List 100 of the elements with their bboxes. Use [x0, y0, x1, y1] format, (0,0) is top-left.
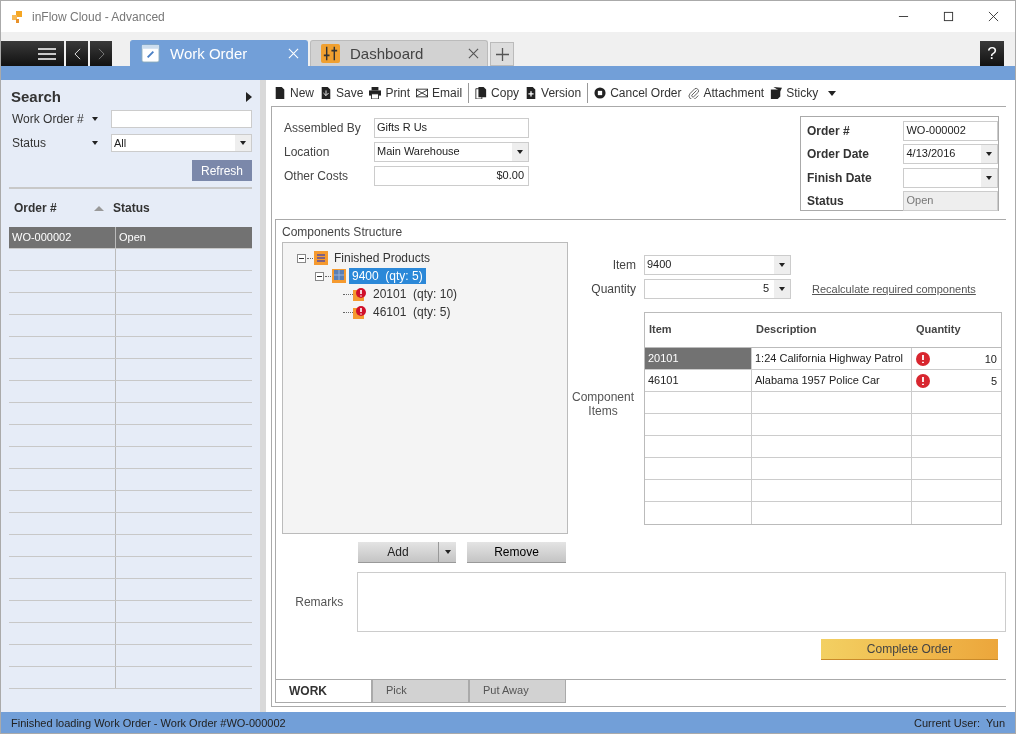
section-tab[interactable]: Put Away — [469, 680, 566, 703]
help-button[interactable]: ? — [980, 41, 1004, 66]
toolbar-button[interactable]: Copy — [468, 83, 523, 103]
remarks-field[interactable] — [356, 572, 1006, 632]
tree-node[interactable]: 46101 (qty: 5) — [370, 304, 454, 320]
field-label: Quantity — [590, 282, 636, 296]
filter-input-field[interactable] — [111, 110, 252, 128]
toolbar-button[interactable]: Version — [522, 86, 585, 100]
component-row[interactable]: 20101 1:24 California Highway Patrol 10 — [645, 348, 1001, 370]
expand-arrow-icon[interactable] — [246, 91, 252, 102]
field-label: Location — [284, 145, 331, 159]
chevron-right-icon[interactable] — [97, 47, 105, 60]
status-message: Finished loading Work Order - Work Order #WO-000002 — [11, 716, 286, 729]
field-label: Other Costs — [284, 169, 350, 183]
tree-node[interactable]: 9400 (qty: 5) — [349, 268, 426, 284]
menu-icon[interactable] — [38, 47, 56, 60]
tree-node[interactable]: 20101 (qty: 10) — [370, 286, 461, 302]
current-user-label: Current User: — [914, 716, 981, 729]
filter-options-icon[interactable] — [92, 117, 98, 121]
table-cell: Alabama 1957 Police Car — [752, 370, 912, 391]
document-icon[interactable] — [274, 87, 286, 99]
column-header[interactable]: Status — [113, 201, 150, 215]
quantity-value: 5 — [990, 374, 997, 387]
group-title: Components Structure — [282, 225, 404, 239]
table-cell: 1:24 California Highway Patrol — [752, 348, 912, 369]
input-field[interactable]: WO-000002 — [903, 120, 998, 141]
grid-icon — [332, 269, 346, 283]
toolbar-button[interactable]: Print — [366, 86, 414, 100]
chevron-left-icon[interactable] — [73, 47, 81, 60]
section-tab[interactable]: Pick — [372, 680, 469, 703]
warning-icon — [353, 287, 367, 301]
dropdown-arrow-icon[interactable] — [986, 152, 992, 157]
quantity-dropdown[interactable]: 5 — [644, 279, 791, 299]
order-status-cell-text: Open — [118, 230, 147, 245]
date-dropdown[interactable]: 4/13/2016 — [903, 144, 998, 165]
print-icon[interactable] — [369, 87, 382, 99]
field-label: Item — [611, 258, 636, 272]
dropdown-arrow-icon[interactable] — [240, 141, 246, 145]
save-icon[interactable] — [320, 87, 332, 99]
close-icon[interactable] — [988, 11, 999, 22]
status-field: Open — [903, 191, 998, 212]
refresh-button[interactable]: Refresh — [192, 160, 252, 181]
section-tab[interactable]: WORK — [275, 680, 372, 703]
component-items-label: Component Items — [570, 389, 635, 418]
tree-node[interactable]: Finished Products — [331, 250, 434, 266]
filter-dropdown[interactable]: All — [111, 134, 252, 152]
toolbar-button[interactable]: Save — [317, 86, 367, 100]
column-header: Description — [755, 322, 818, 337]
stop-icon[interactable] — [594, 87, 607, 99]
field-label: Finish Date — [807, 170, 873, 185]
toolbar-button[interactable]: New — [271, 86, 317, 100]
filter-options-icon[interactable] — [92, 141, 98, 145]
toolbar-button[interactable]: Cancel Order — [587, 83, 685, 103]
quantity-value: 10 — [984, 352, 997, 365]
complete-order-button[interactable]: Complete Order — [821, 639, 998, 660]
document-tab[interactable]: Dashboard — [310, 40, 488, 66]
search-title: Search — [11, 88, 62, 105]
list-icon — [314, 251, 328, 265]
order-row[interactable]: WO-000002 Open — [9, 227, 252, 249]
sliders-icon — [321, 44, 340, 63]
toolbar-button[interactable]: Sticky — [767, 86, 840, 100]
item-dropdown[interactable]: 9400 — [644, 255, 791, 275]
menu-button[interactable] — [1, 41, 64, 66]
window-title: inFlow Cloud - Advanced — [32, 9, 165, 24]
toolbar-button[interactable]: Attachment — [684, 86, 768, 100]
current-user-name: Yun — [986, 716, 1005, 729]
caret-icon[interactable] — [828, 90, 837, 96]
dropdown-arrow-icon[interactable] — [779, 263, 785, 267]
dropdown-arrow-icon[interactable] — [779, 287, 785, 291]
column-header: Item — [648, 322, 673, 337]
dropdown-field[interactable]: Main Warehouse — [374, 142, 529, 162]
paperclip-icon[interactable] — [687, 87, 700, 99]
envelope-icon[interactable] — [416, 87, 429, 99]
collapse-icon[interactable] — [315, 271, 324, 281]
add-split-button[interactable]: Add — [358, 542, 456, 563]
new-tab-button[interactable] — [490, 42, 514, 66]
remove-button[interactable]: Remove — [467, 542, 566, 563]
collapse-icon[interactable] — [297, 253, 306, 263]
input-field[interactable]: $0.00 — [374, 166, 529, 186]
maximize-icon[interactable] — [943, 11, 954, 22]
filter-label: Work Order # — [12, 112, 85, 126]
toolbar-button[interactable]: Email — [413, 86, 466, 100]
plus-icon[interactable] — [495, 47, 509, 61]
dropdown-arrow-icon[interactable] — [986, 175, 992, 180]
note-icon[interactable] — [770, 87, 783, 99]
field-label: Assembled By — [284, 121, 362, 135]
field-label: Status — [807, 194, 845, 209]
caret-icon[interactable] — [445, 550, 451, 554]
sort-ascending-icon — [94, 205, 104, 211]
app-logo-icon — [10, 9, 24, 24]
field-label: Order # — [807, 123, 851, 138]
copy-icon[interactable] — [475, 87, 488, 99]
dropdown-arrow-icon[interactable] — [517, 150, 523, 154]
component-row[interactable]: 46101 Alabama 1957 Police Car 5 — [645, 370, 1001, 392]
table-cell: 20101 — [645, 348, 752, 369]
close-tab-icon[interactable] — [468, 48, 479, 59]
recalculate-link[interactable]: Recalculate required components — [812, 283, 976, 295]
document-plus-icon[interactable] — [525, 87, 538, 99]
input-field[interactable]: Gifts R Us — [374, 118, 529, 138]
column-header[interactable]: Order # — [14, 201, 94, 215]
